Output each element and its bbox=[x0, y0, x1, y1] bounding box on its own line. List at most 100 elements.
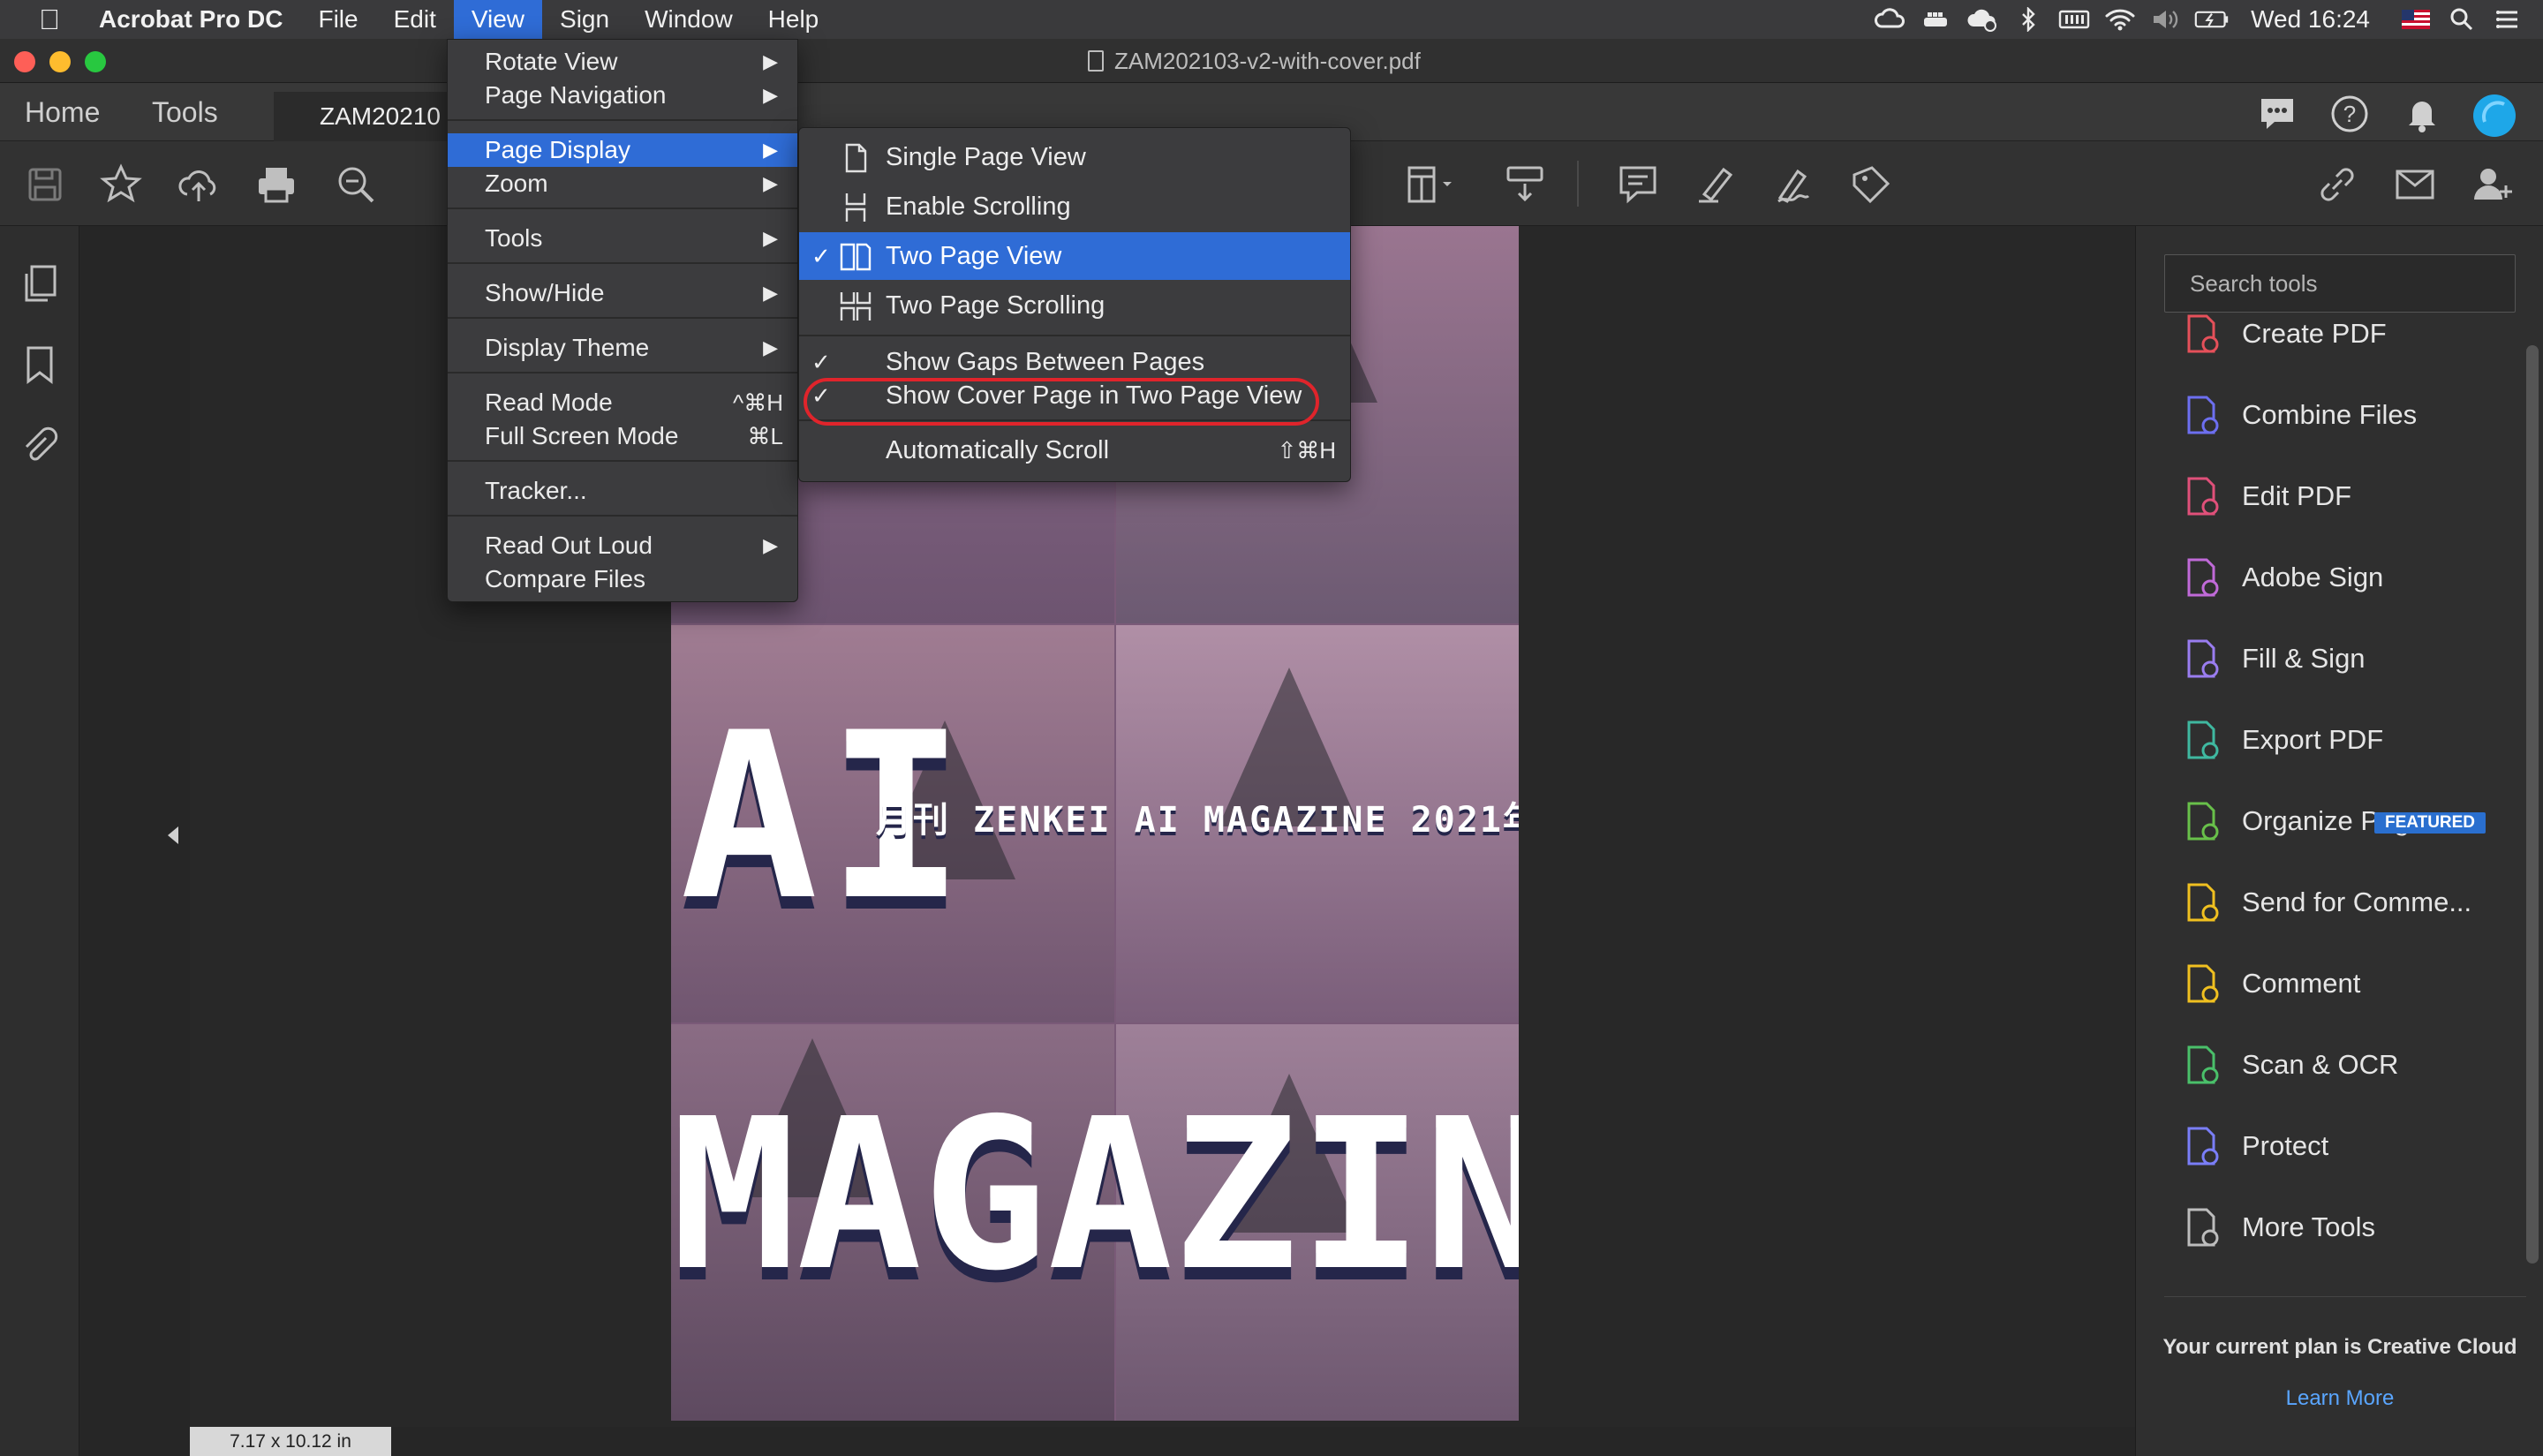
share-link-icon[interactable] bbox=[2315, 162, 2359, 207]
menu-item-enable-scrolling[interactable]: Enable Scrolling bbox=[799, 183, 1350, 230]
control-center-icon[interactable] bbox=[2490, 0, 2525, 39]
bookmark-star-icon[interactable] bbox=[99, 162, 143, 207]
tool-edit-pdf[interactable]: Edit PDF bbox=[2180, 470, 2516, 523]
menubar-clock[interactable]: Wed 16:24 bbox=[2251, 5, 2370, 34]
battery-icon[interactable] bbox=[2194, 0, 2230, 39]
email-icon[interactable] bbox=[2393, 162, 2437, 207]
menu-help[interactable]: Help bbox=[751, 0, 837, 39]
menu-item-compare-files[interactable]: Compare Files bbox=[448, 562, 797, 596]
right-tools-panel: Search tools Create PDF Combine Files Edit… bbox=[2135, 226, 2543, 1456]
menu-edit[interactable]: Edit bbox=[376, 0, 454, 39]
menu-separator bbox=[799, 335, 1350, 336]
cover-subtitle: 月刊 ZENKEI AI MAGAZINE 2021年3月号 bbox=[876, 800, 1519, 841]
current-plan-text: Your current plan is Creative Cloud bbox=[2162, 1335, 2517, 1359]
tool-more-tools[interactable]: More Tools bbox=[2180, 1201, 2516, 1254]
menu-sign[interactable]: Sign bbox=[542, 0, 627, 39]
menu-item-zoom[interactable]: Zoom ▶ bbox=[448, 167, 797, 200]
featured-badge: FEATURED bbox=[2374, 812, 2486, 834]
menu-item-page-navigation[interactable]: Page Navigation ▶ bbox=[448, 79, 797, 112]
help-icon[interactable]: ? bbox=[2329, 94, 2370, 134]
apple-icon[interactable]:  bbox=[34, 4, 65, 36]
menu-item-tools[interactable]: Tools ▶ bbox=[448, 222, 797, 255]
scroll-mode-icon[interactable] bbox=[1503, 162, 1547, 207]
menu-item-two-page-scrolling[interactable]: Two Page Scrolling bbox=[799, 282, 1350, 329]
tool-label: More Tools bbox=[2242, 1211, 2376, 1242]
tool-label: Create PDF bbox=[2242, 318, 2387, 349]
page-thumbnails-icon[interactable] bbox=[19, 263, 60, 304]
add-user-icon[interactable] bbox=[2471, 162, 2515, 207]
volume-icon[interactable] bbox=[2148, 0, 2184, 39]
tool-comment[interactable]: Comment bbox=[2180, 957, 2516, 1010]
menu-item-read-out-loud[interactable]: Read Out Loud ▶ bbox=[448, 529, 797, 562]
learn-more-link[interactable]: Learn More bbox=[2136, 1386, 2543, 1411]
tool-protect[interactable]: Protect bbox=[2180, 1120, 2516, 1173]
tab-home[interactable]: Home bbox=[25, 83, 100, 141]
window-title-text: ZAM202103-v2-with-cover.pdf bbox=[1114, 48, 1421, 74]
tool-label: Fill & Sign bbox=[2242, 643, 2366, 674]
bookmarks-icon[interactable] bbox=[19, 344, 60, 385]
memory-icon[interactable] bbox=[2056, 0, 2092, 39]
tool-label: Export PDF bbox=[2242, 724, 2384, 755]
tool-fill-sign[interactable]: Fill & Sign bbox=[2180, 632, 2516, 685]
menu-item-rotate-view[interactable]: Rotate View ▶ bbox=[448, 45, 797, 79]
tool-create-pdf[interactable]: Create PDF bbox=[2180, 307, 2516, 360]
menu-window[interactable]: Window bbox=[627, 0, 751, 39]
search-tools-input[interactable]: Search tools bbox=[2164, 254, 2516, 313]
zoom-search-icon[interactable] bbox=[334, 162, 378, 207]
page-layout-icon[interactable] bbox=[1404, 162, 1452, 207]
bluetooth-icon[interactable] bbox=[2011, 0, 2046, 39]
menu-item-single-page-view[interactable]: Single Page View bbox=[799, 133, 1350, 181]
macos-menubar:  Acrobat Pro DC File Edit View Sign Win… bbox=[0, 0, 2543, 39]
cloud-sync-icon[interactable] bbox=[1965, 0, 2000, 39]
collapse-left-panel-arrow-icon[interactable] bbox=[168, 826, 178, 844]
tab-tools[interactable]: Tools bbox=[152, 83, 218, 141]
menu-item-full-screen-mode[interactable]: Full Screen Mode ⌘L bbox=[448, 419, 797, 453]
tool-label: Comment bbox=[2242, 968, 2361, 999]
tab-document[interactable]: ZAM20210 bbox=[274, 92, 450, 141]
account-avatar[interactable] bbox=[2472, 94, 2516, 137]
menu-item-automatically-scroll[interactable]: Automatically Scroll ⇧⌘H bbox=[799, 434, 1350, 467]
notifications-bell-icon[interactable] bbox=[2402, 94, 2442, 134]
tool-scan-ocr[interactable]: Scan & OCR bbox=[2180, 1038, 2516, 1091]
cover-title-magazine: MAGAZINE bbox=[671, 1074, 1519, 1316]
menu-item-show-hide[interactable]: Show/Hide ▶ bbox=[448, 276, 797, 310]
save-icon[interactable] bbox=[23, 162, 67, 207]
tool-comment-icon bbox=[2187, 964, 2219, 1003]
tool-adobe-sign[interactable]: Adobe Sign bbox=[2180, 551, 2516, 604]
menu-view[interactable]: View bbox=[453, 0, 543, 39]
tool-combine-files[interactable]: Combine Files bbox=[2180, 389, 2516, 441]
left-navigation-rail bbox=[0, 226, 79, 1456]
zoom-window-button[interactable] bbox=[85, 51, 106, 72]
tool-adobe-sign-icon bbox=[2187, 558, 2219, 597]
tools-panel-scrollbar[interactable] bbox=[2526, 345, 2539, 1264]
tool-send-for-comme-icon bbox=[2187, 883, 2219, 922]
menu-item-page-display[interactable]: Page Display ▶ bbox=[448, 133, 797, 167]
menu-item-two-page-view[interactable]: ✓ Two Page View bbox=[799, 232, 1350, 280]
menu-item-read-mode[interactable]: Read Mode ^⌘H bbox=[448, 386, 797, 419]
scrolling-pages-icon bbox=[845, 193, 866, 222]
docker-icon[interactable] bbox=[1919, 0, 1954, 39]
creative-cloud-icon[interactable] bbox=[1873, 0, 1908, 39]
annotation-red-circle bbox=[804, 378, 1319, 426]
menu-file[interactable]: File bbox=[300, 0, 375, 39]
menu-app[interactable]: Acrobat Pro DC bbox=[95, 0, 300, 39]
print-icon[interactable] bbox=[254, 162, 298, 207]
menu-separator bbox=[448, 262, 797, 264]
comment-icon[interactable] bbox=[1616, 162, 1660, 207]
close-window-button[interactable] bbox=[14, 51, 35, 72]
menu-item-show-gaps-between-pages[interactable]: ✓ Show Gaps Between Pages bbox=[799, 345, 1350, 379]
us-flag-icon[interactable] bbox=[2398, 0, 2434, 39]
highlight-pen-icon[interactable] bbox=[1694, 162, 1738, 207]
wifi-icon[interactable] bbox=[2102, 0, 2138, 39]
menu-item-display-theme[interactable]: Display Theme ▶ bbox=[448, 331, 797, 365]
upload-cloud-icon[interactable] bbox=[177, 162, 221, 207]
spotlight-search-icon[interactable] bbox=[2444, 0, 2479, 39]
attachments-paperclip-icon[interactable] bbox=[19, 426, 60, 466]
draw-sign-icon[interactable] bbox=[1771, 162, 1815, 207]
chat-icon[interactable] bbox=[2257, 94, 2298, 134]
stamp-tag-icon[interactable] bbox=[1849, 162, 1893, 207]
minimize-window-button[interactable] bbox=[49, 51, 71, 72]
tool-export-pdf[interactable]: Export PDF bbox=[2180, 713, 2516, 766]
menu-item-tracker[interactable]: Tracker... bbox=[448, 474, 797, 508]
tool-send-for-comme[interactable]: Send for Comme... bbox=[2180, 876, 2516, 929]
